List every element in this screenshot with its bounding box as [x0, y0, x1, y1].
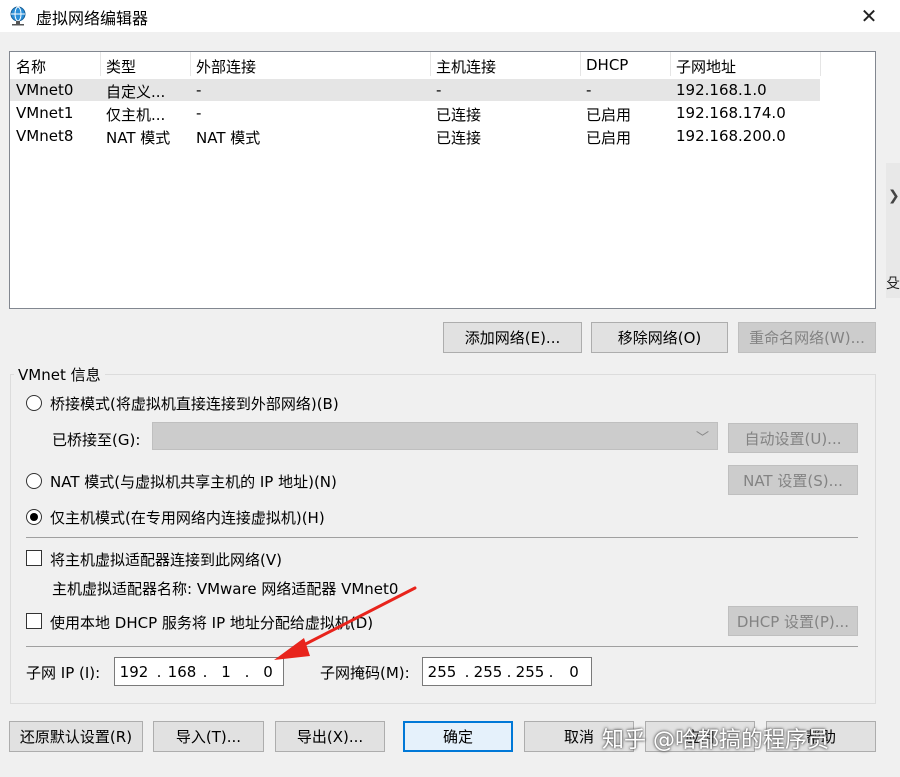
network-list[interactable]: 名称 类型 外部连接 主机连接 DHCP 子网地址 VMnet0 自定义... …: [9, 51, 876, 309]
ok-button[interactable]: 确定: [403, 721, 513, 752]
bridge-mode-radio[interactable]: [26, 395, 42, 411]
close-icon: ✕: [860, 4, 878, 28]
cell-dhcp: 已启用: [586, 129, 632, 147]
mask-octet[interactable]: 255: [473, 663, 503, 681]
add-network-button[interactable]: 添加网络(E)...: [443, 322, 582, 353]
column-header-subnet[interactable]: 子网地址: [676, 56, 736, 77]
subnet-ip-input[interactable]: 192 . 168 . 1 . 0: [114, 657, 284, 686]
export-button[interactable]: 导出(X)...: [275, 721, 385, 752]
column-header-external[interactable]: 外部连接: [196, 56, 256, 77]
ip-dot: .: [548, 662, 554, 681]
mask-octet[interactable]: 0: [557, 663, 591, 681]
ip-dot: .: [202, 662, 208, 681]
annotation-arrow: [274, 586, 417, 660]
auto-settings-button[interactable]: 自动设置(U)...: [728, 423, 858, 453]
connect-adapter-checkbox[interactable]: [26, 550, 42, 566]
table-row[interactable]: VMnet0 自定义... - - - 192.168.1.0: [10, 79, 820, 101]
remove-network-button[interactable]: 移除网络(O): [591, 322, 728, 353]
column-header-name[interactable]: 名称: [16, 56, 46, 77]
import-button[interactable]: 导入(T)...: [153, 721, 264, 752]
cell-name: VMnet0: [16, 81, 74, 99]
nat-mode-label[interactable]: NAT 模式(与虚拟机共享主机的 IP 地址)(N): [50, 471, 337, 492]
divider: [26, 646, 858, 647]
cell-subnet: 192.168.200.0: [676, 127, 786, 145]
cell-host: 已连接: [436, 106, 482, 124]
list-header: 名称 类型 外部连接 主机连接 DHCP 子网地址: [10, 52, 821, 78]
cell-type: NAT 模式: [106, 129, 171, 147]
cell-dhcp: 已启用: [586, 106, 632, 124]
window-title: 虚拟网络编辑器: [36, 9, 149, 28]
host-only-mode-radio[interactable]: [26, 509, 42, 525]
cell-host: 已连接: [436, 129, 482, 147]
ip-octet[interactable]: 168: [165, 663, 199, 681]
cell-type: 仅主机...: [106, 106, 166, 124]
ip-octet[interactable]: 192: [115, 663, 153, 681]
bridged-to-select[interactable]: ﹀: [152, 422, 718, 450]
watermark: 知乎 @哈都搞的程序员: [602, 728, 829, 753]
background-window-char: 殳: [886, 276, 900, 292]
mask-octet[interactable]: 255: [515, 663, 545, 681]
cell-name: VMnet8: [16, 127, 74, 145]
ip-dot: .: [506, 662, 512, 681]
cell-name: VMnet1: [16, 104, 74, 122]
close-button[interactable]: ✕: [846, 0, 892, 32]
divider: [26, 537, 858, 538]
nat-settings-button[interactable]: NAT 设置(S)...: [728, 465, 858, 495]
table-row[interactable]: VMnet8 NAT 模式 NAT 模式 已连接 已启用 192.168.200…: [10, 125, 820, 147]
host-only-mode-label[interactable]: 仅主机模式(在专用网络内连接虚拟机)(H): [50, 507, 325, 528]
cell-external: NAT 模式: [196, 129, 261, 147]
bridged-to-label: 已桥接至(G):: [52, 431, 141, 449]
network-globe-icon: [10, 6, 26, 26]
cell-subnet: 192.168.174.0: [676, 104, 786, 122]
dhcp-settings-button[interactable]: DHCP 设置(P)...: [728, 606, 858, 636]
ip-octet[interactable]: 1: [211, 663, 241, 681]
column-header-type[interactable]: 类型: [106, 56, 136, 77]
chevron-right-icon: ❯: [888, 188, 900, 204]
ip-dot: .: [244, 662, 250, 681]
dhcp-checkbox[interactable]: [26, 613, 42, 629]
ip-dot: .: [464, 662, 470, 681]
restore-defaults-button[interactable]: 还原默认设置(R): [9, 721, 143, 752]
chevron-down-icon: ﹀: [695, 431, 709, 446]
connect-adapter-label[interactable]: 将主机虚拟适配器连接到此网络(V): [50, 549, 282, 570]
nat-mode-radio[interactable]: [26, 473, 42, 489]
bridge-mode-label[interactable]: 桥接模式(将虚拟机直接连接到外部网络)(B): [50, 393, 339, 414]
column-header-host[interactable]: 主机连接: [436, 56, 496, 77]
cell-dhcp: -: [586, 81, 592, 99]
rename-network-button[interactable]: 重命名网络(W)...: [738, 322, 876, 353]
cell-subnet: 192.168.1.0: [676, 81, 767, 99]
cell-type: 自定义...: [106, 83, 166, 101]
column-header-dhcp[interactable]: DHCP: [586, 56, 628, 74]
cell-external: -: [196, 104, 202, 122]
cell-host: -: [436, 81, 442, 99]
table-row[interactable]: VMnet1 仅主机... - 已连接 已启用 192.168.174.0: [10, 102, 820, 124]
background-window-edge: ❯ 殳: [886, 163, 900, 298]
subnet-mask-input[interactable]: 255 . 255 . 255 . 0: [422, 657, 592, 686]
subnet-ip-label: 子网 IP (I):: [26, 664, 101, 682]
cell-external: -: [196, 81, 202, 99]
vmnet-info-title: VMnet 信息: [14, 364, 105, 385]
ip-dot: .: [156, 662, 162, 681]
